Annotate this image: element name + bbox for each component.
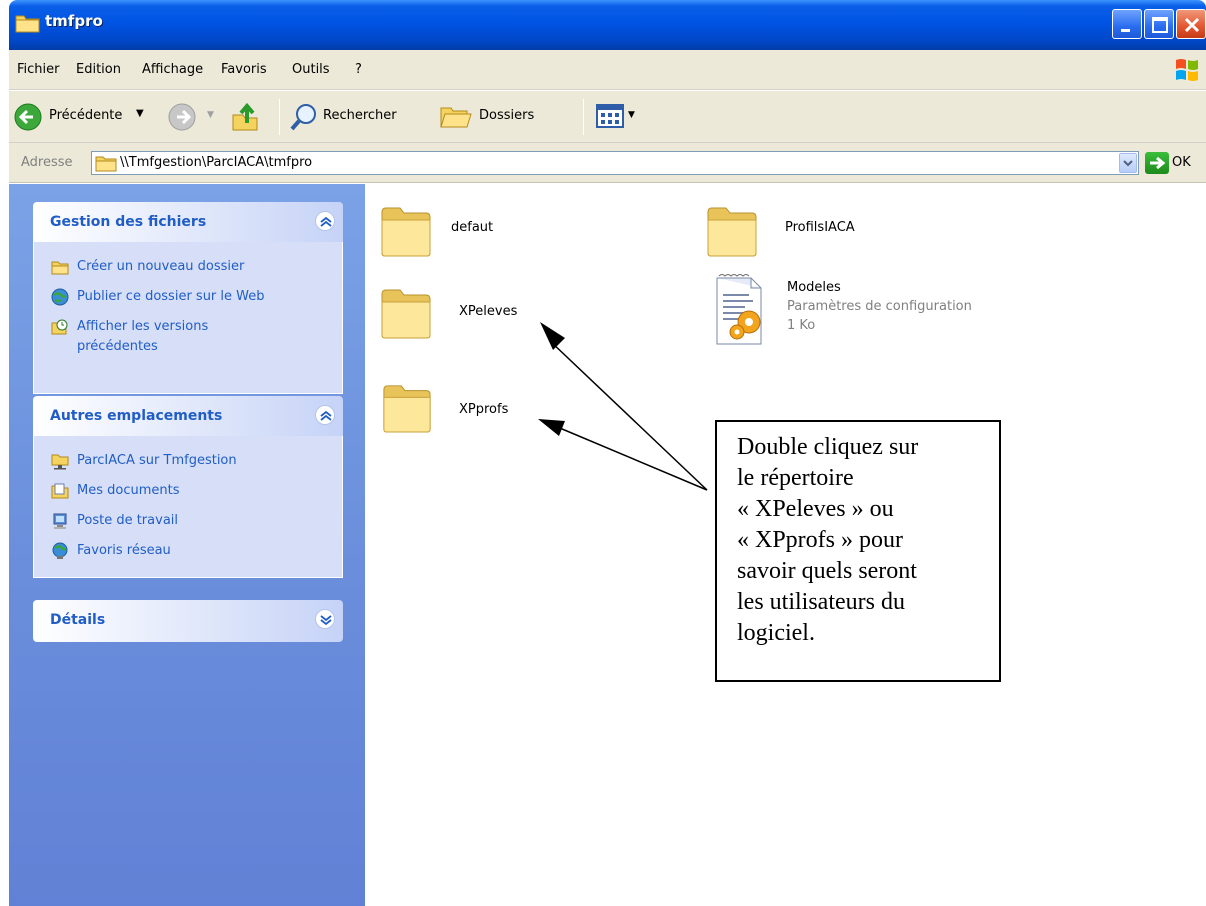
- callout-line: les utilisateurs du: [737, 589, 905, 615]
- annotation-arrows: [538, 322, 708, 491]
- callout-line: logiciel.: [737, 620, 815, 646]
- arrow-to-xpeleves: [540, 322, 708, 491]
- callout-line: « XPeleves » ou: [737, 496, 894, 522]
- callout-line: Double cliquez sur: [737, 434, 919, 460]
- instruction-callout: Double cliquez sur le répertoire « XPele…: [715, 420, 1001, 682]
- arrow-to-xpprofs: [538, 419, 708, 491]
- explorer-window: tmfpro Fichier Edition Affichage Favoris…: [9, 0, 1206, 906]
- callout-line: « XPprofs » pour: [737, 527, 903, 553]
- callout-line: savoir quels seront: [737, 558, 917, 584]
- callout-line: le répertoire: [737, 465, 854, 491]
